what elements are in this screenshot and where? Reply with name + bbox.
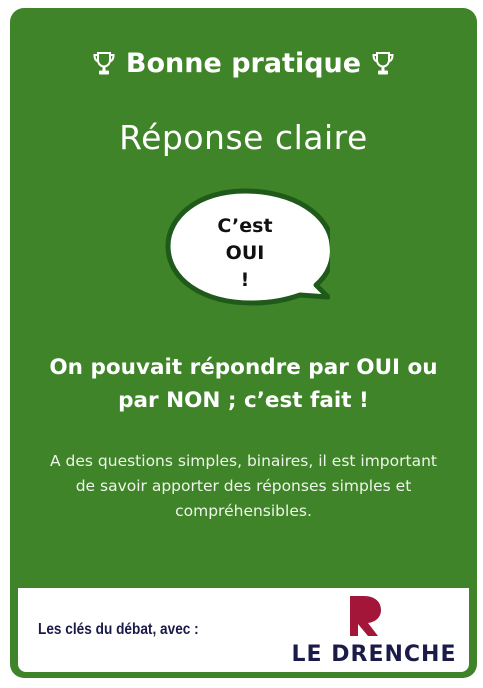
bubble-line-3: ! (240, 269, 250, 291)
speech-bubble: C’est OUI ! (160, 183, 330, 323)
trophy-icon (372, 51, 394, 74)
bubble-line-1: C’est (217, 215, 273, 237)
body-text: A des questions simples, binaires, il es… (50, 452, 437, 520)
headline: On pouvait répondre par OUI ou par NON ;… (49, 355, 438, 413)
bubble-text: C’est OUI ! (208, 213, 282, 294)
le-drenche-logo-mark (350, 596, 381, 636)
card-header: Bonne pratique (10, 50, 477, 77)
card-subtitle: Réponse claire (119, 118, 368, 157)
trophy-icon (93, 51, 115, 74)
le-drenche-logo-text: LE DRENCHE (291, 642, 457, 667)
footer-band: Les clés du débat, avec : LE DRENCHE (18, 588, 469, 672)
footer-label: Les clés du débat, avec : (38, 621, 199, 638)
practice-card: Bonne pratique Réponse claire C’est OUI … (10, 8, 477, 678)
bubble-line-2: OUI (225, 242, 265, 264)
card-title: Bonne pratique (125, 48, 362, 79)
